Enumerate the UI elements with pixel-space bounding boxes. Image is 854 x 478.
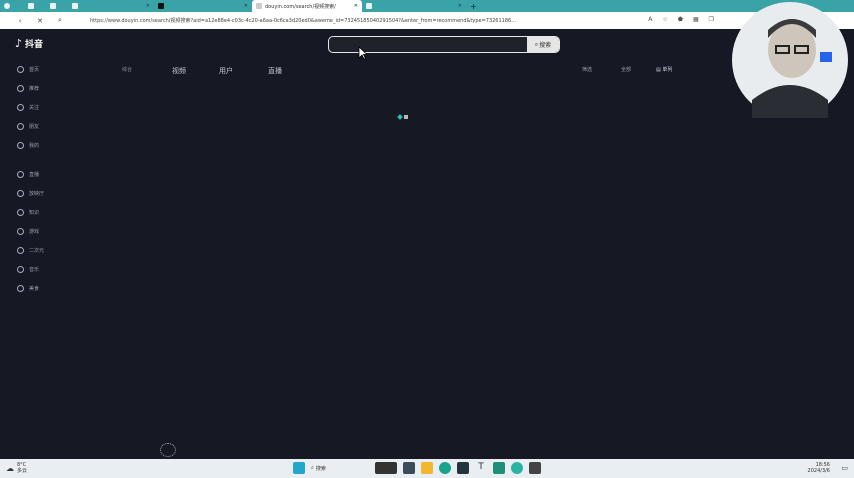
- text-app-icon[interactable]: T: [475, 462, 487, 474]
- music-icon: [17, 266, 24, 273]
- anime-icon: [17, 247, 24, 254]
- browser-tab-3[interactable]: ✕: [68, 0, 154, 12]
- weather-desc: 多云: [17, 468, 28, 474]
- browser-tab-2[interactable]: [46, 0, 68, 12]
- douyin-icon: [158, 3, 164, 9]
- sidebar-item-friends[interactable]: 朋友: [17, 123, 39, 130]
- search-icon: ⌕: [311, 465, 314, 471]
- edge-icon[interactable]: [439, 462, 451, 474]
- close-icon[interactable]: ✕: [458, 3, 462, 9]
- close-icon[interactable]: ✕: [244, 3, 248, 9]
- profile-icon: [4, 3, 10, 9]
- sidebar-item-food[interactable]: 美食: [17, 285, 39, 292]
- page-icon: [72, 3, 78, 9]
- sidebar-item-music[interactable]: 音乐: [17, 266, 39, 273]
- close-icon[interactable]: ✕: [146, 3, 150, 9]
- new-tab-button[interactable]: +: [466, 0, 484, 12]
- favorite-icon[interactable]: ☆: [662, 16, 667, 23]
- sidebar-item-anime[interactable]: 二次元: [17, 247, 44, 254]
- forward-icon[interactable]: ✕: [34, 17, 46, 25]
- loading-ring-icon: [160, 443, 176, 457]
- taskbar-apps: ⌕ 搜索 T: [293, 462, 541, 474]
- app-icon[interactable]: [457, 462, 469, 474]
- sidebar-item-knowledge[interactable]: 知识: [17, 209, 39, 216]
- sidebar-item-recommend[interactable]: 推荐: [17, 85, 39, 92]
- knowledge-icon: [17, 209, 24, 216]
- back-icon[interactable]: ‹: [14, 17, 26, 25]
- windows-start-icon[interactable]: [293, 462, 305, 474]
- url-field[interactable]: https://www.douyin.com/search/视频搜索?aid=a…: [90, 17, 516, 24]
- system-clock[interactable]: 18:56 2024/3/6: [808, 462, 830, 474]
- close-icon[interactable]: ✕: [354, 3, 358, 9]
- sidebar-item-cinema[interactable]: 放映厅: [17, 190, 44, 197]
- sidebar-item-game[interactable]: 游戏: [17, 228, 39, 235]
- browser-tab-4[interactable]: ✕: [154, 0, 252, 12]
- read-aloud-icon[interactable]: A: [648, 16, 652, 23]
- filter-button[interactable]: 筛选: [582, 66, 592, 73]
- search-icon: ⌕: [534, 40, 539, 48]
- page-icon: [50, 3, 56, 9]
- filter-dropdown[interactable]: 全部: [621, 66, 631, 73]
- home-icon: [17, 66, 24, 73]
- profile-icon: [17, 142, 24, 149]
- qr-app-icon[interactable]: [529, 462, 541, 474]
- loading-spinner: [397, 114, 408, 120]
- browser-toolbar: A ☆ ⬟ ▦ ❐: [648, 16, 714, 23]
- sidebar-item-profile[interactable]: 我的: [17, 142, 39, 149]
- browser-profile-tab[interactable]: [0, 0, 24, 12]
- food-icon: [17, 285, 24, 292]
- task-view-icon[interactable]: [375, 462, 397, 474]
- tab-general[interactable]: 综合: [122, 66, 132, 73]
- page-icon: [28, 3, 34, 9]
- tab-title: douyin.com/search/视频搜索/: [265, 3, 336, 10]
- loading-dot-icon: [404, 115, 408, 119]
- search-button[interactable]: ⌕ 搜索: [527, 37, 559, 52]
- friends-icon: [17, 123, 24, 130]
- file-explorer-icon[interactable]: [403, 462, 415, 474]
- browser-tab-active[interactable]: douyin.com/search/视频搜索/ ✕: [252, 0, 362, 12]
- sidebar-item-follow[interactable]: 关注: [17, 104, 39, 111]
- page-icon: [366, 3, 372, 9]
- sidebar-item-home[interactable]: 首页: [17, 66, 39, 73]
- folder-icon[interactable]: [421, 462, 433, 474]
- mouse-cursor-icon: [358, 46, 368, 60]
- weather-widget[interactable]: ☁ 8°C 多云: [6, 462, 27, 474]
- search-icon[interactable]: ⌕: [54, 16, 66, 25]
- browser-icon[interactable]: [511, 462, 523, 474]
- taskbar-search[interactable]: ⌕ 搜索: [311, 465, 369, 472]
- sidebar-item-live[interactable]: 直播: [17, 171, 39, 178]
- cloud-icon: ☁: [6, 463, 14, 473]
- tiktok-note-icon: ♪: [15, 37, 23, 50]
- single-column-toggle[interactable]: ▤ 单列: [656, 66, 672, 73]
- extensions-icon[interactable]: ▦: [693, 16, 699, 23]
- collections-icon[interactable]: ❐: [709, 16, 714, 23]
- game-icon: [17, 228, 24, 235]
- tab-live[interactable]: 直播: [268, 66, 282, 76]
- douyin-logo[interactable]: ♪ 抖音: [15, 37, 43, 50]
- page-icon: [256, 3, 262, 9]
- column-icon: ▤: [656, 67, 661, 73]
- logo-text: 抖音: [25, 40, 44, 50]
- tab-video[interactable]: 视频: [172, 66, 186, 76]
- live-icon: [17, 171, 24, 178]
- search-button-label: 搜索: [539, 42, 552, 49]
- notification-icon[interactable]: ▭: [841, 464, 848, 472]
- webcam-overlay: [732, 2, 848, 118]
- loading-dot-icon: [397, 114, 403, 120]
- media-app-icon[interactable]: [493, 462, 505, 474]
- browser-tab-6[interactable]: ✕: [362, 0, 466, 12]
- follow-icon: [17, 104, 24, 111]
- clock-date: 2024/3/6: [807, 468, 830, 474]
- recommend-icon: [17, 85, 24, 92]
- windows-taskbar: ☁ 8°C 多云 ⌕ 搜索 T 18:56 2024/3/6 ▭: [0, 459, 854, 478]
- tab-user[interactable]: 用户: [219, 66, 233, 76]
- cinema-icon: [17, 190, 24, 197]
- browser-tab-1[interactable]: [24, 0, 46, 12]
- shield-icon[interactable]: ⬟: [678, 16, 683, 23]
